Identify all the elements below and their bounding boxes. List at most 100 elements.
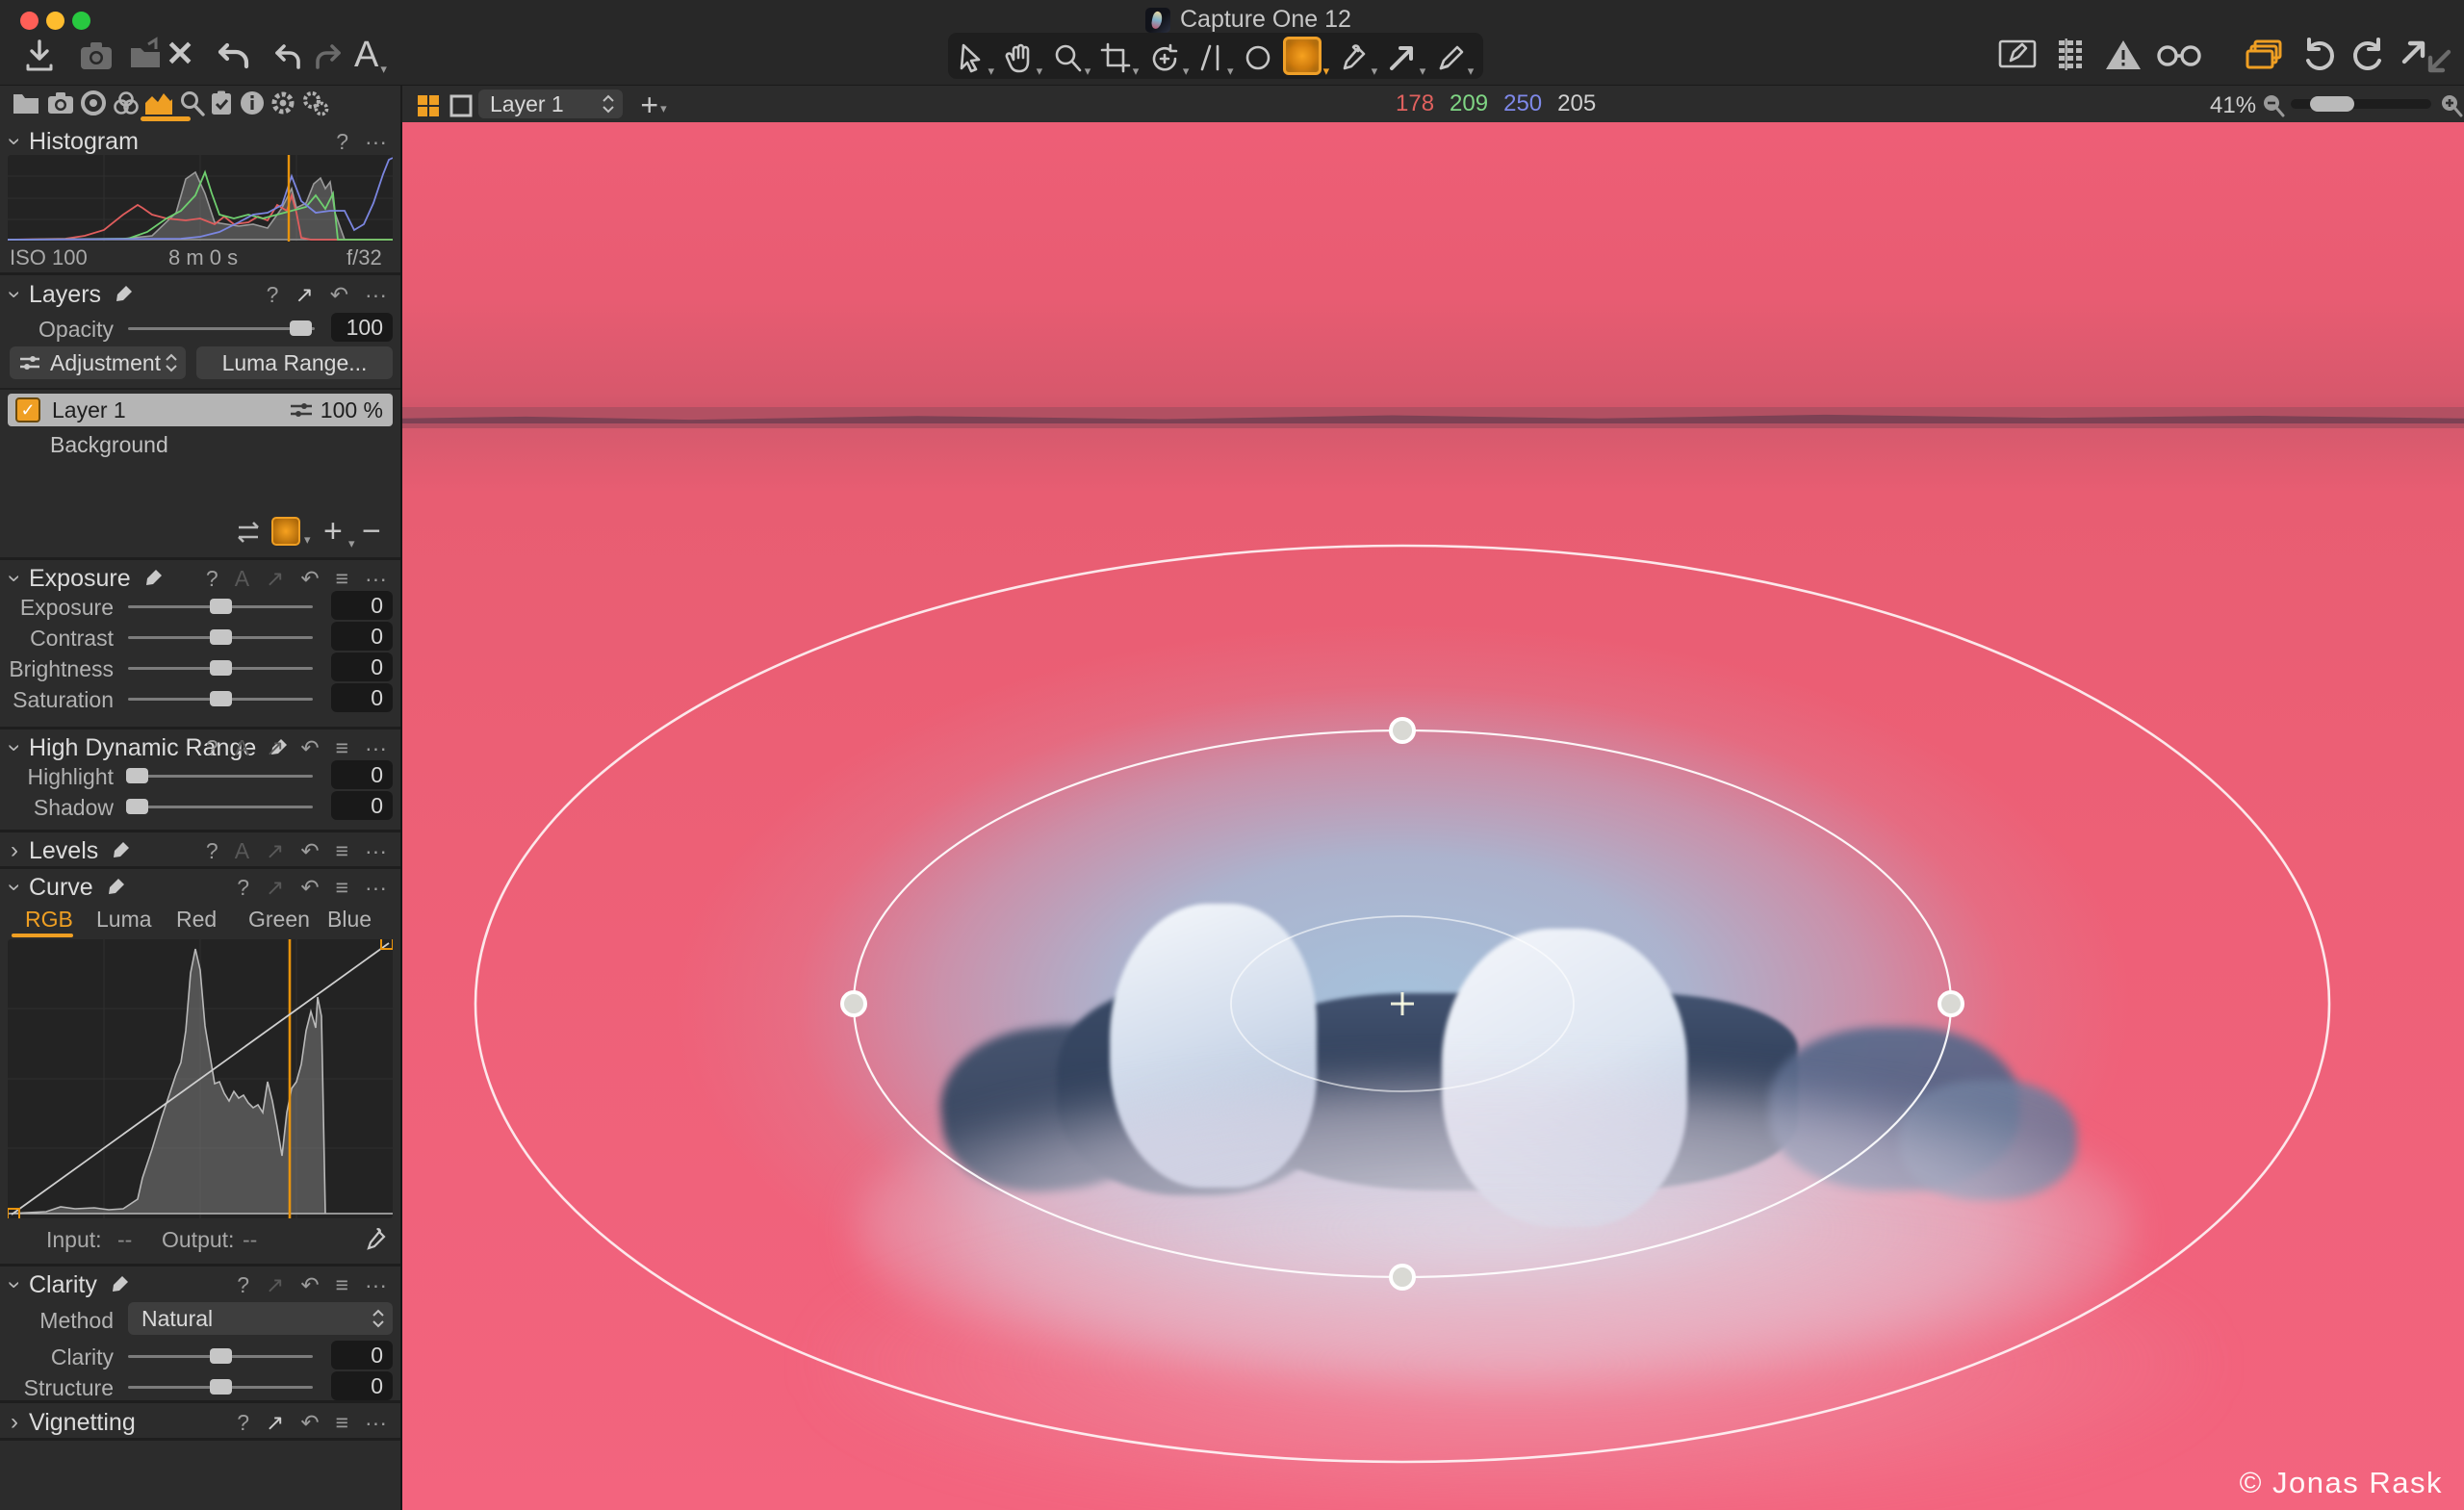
- curve-picker-icon[interactable]: [364, 1227, 389, 1254]
- slider-value[interactable]: 0: [331, 591, 393, 620]
- select-tool[interactable]: ▾: [958, 37, 995, 75]
- brush-icon[interactable]: [110, 840, 131, 861]
- import-button[interactable]: [21, 37, 58, 75]
- draw-mask-tool[interactable]: ▾: [1435, 37, 1475, 75]
- new-mask-button[interactable]: +▾: [637, 90, 670, 119]
- tab-metadata[interactable]: [236, 89, 269, 117]
- hdr-panel-header[interactable]: › High Dynamic Range ? A ↗ ↶ ≡ ···: [0, 732, 400, 763]
- slider-thumb[interactable]: [210, 691, 232, 706]
- slider-value[interactable]: 0: [331, 760, 393, 789]
- help-icon[interactable]: ?: [206, 735, 218, 761]
- slider-track[interactable]: [128, 698, 313, 701]
- multi-view-button[interactable]: [412, 91, 445, 120]
- slider-value[interactable]: 0: [331, 622, 393, 651]
- help-icon[interactable]: ?: [206, 566, 218, 592]
- exposure-panel-header[interactable]: › Exposure ? A ↗ ↶ ≡ ···: [0, 563, 400, 594]
- curve-tab-rgb[interactable]: RGB: [25, 907, 73, 933]
- crop-tool[interactable]: ▾: [1100, 37, 1140, 75]
- auto-adjust-icon[interactable]: A: [235, 566, 249, 592]
- opacity-value[interactable]: 100: [331, 313, 393, 342]
- grid-button[interactable]: [2053, 37, 2092, 73]
- auto-adjust-icon[interactable]: A: [235, 838, 249, 864]
- slider-track[interactable]: [128, 1355, 313, 1358]
- tab-capture[interactable]: [44, 89, 77, 117]
- zoom-in-button[interactable]: [2435, 91, 2464, 120]
- clarity-panel-header[interactable]: › Clarity ? ↗ ↶ ≡ ···: [0, 1269, 400, 1300]
- reset-icon[interactable]: ↶: [300, 1410, 319, 1436]
- brush-icon[interactable]: [109, 1274, 130, 1295]
- slider-track[interactable]: [128, 605, 313, 608]
- tab-adjustments[interactable]: [205, 89, 238, 117]
- slider-track[interactable]: [128, 806, 313, 808]
- tab-color[interactable]: [110, 89, 142, 117]
- radial-gradient-mask-tool[interactable]: ▾: [1283, 37, 1330, 75]
- presets-icon[interactable]: ≡: [336, 566, 348, 592]
- single-view-button[interactable]: [445, 91, 477, 120]
- curve-tab-green[interactable]: Green: [248, 907, 310, 933]
- rotate-right-button[interactable]: [2348, 37, 2387, 77]
- undo-button[interactable]: [271, 37, 306, 75]
- collapse-icon[interactable]: ›: [1, 1270, 28, 1299]
- slider-thumb[interactable]: [126, 768, 148, 783]
- mask-handle-bottom[interactable]: [1391, 1266, 1414, 1289]
- exposure-warning-button[interactable]: [2103, 37, 2143, 73]
- collapse-icon[interactable]: ›: [0, 837, 29, 864]
- copy-adjustments-icon[interactable]: ↗: [266, 875, 284, 901]
- presets-icon[interactable]: ≡: [336, 838, 348, 864]
- curve-graph[interactable]: [8, 939, 393, 1218]
- reset-icon[interactable]: ↶: [330, 282, 348, 308]
- tab-library[interactable]: [10, 89, 42, 117]
- slider-value[interactable]: 0: [331, 1341, 393, 1369]
- slider-thumb[interactable]: [210, 660, 232, 676]
- more-icon[interactable]: ···: [365, 735, 387, 761]
- rotate-left-button[interactable]: [2300, 37, 2339, 77]
- loupe-tool[interactable]: ▾: [1052, 37, 1091, 75]
- copy-adjustments-icon[interactable]: ↗: [295, 282, 313, 308]
- collapse-icon[interactable]: ›: [1, 127, 28, 156]
- collapse-icon[interactable]: ›: [1, 733, 28, 762]
- slider-thumb[interactable]: [210, 1348, 232, 1364]
- reset-icon[interactable]: ↶: [300, 1272, 319, 1298]
- slider-value[interactable]: 0: [331, 683, 393, 712]
- minimize-window-button[interactable]: [46, 12, 64, 30]
- annotations-button[interactable]: [1997, 37, 2038, 73]
- mask-handle-top[interactable]: [1391, 719, 1414, 742]
- layer-row-background[interactable]: Background: [8, 430, 393, 459]
- redo-button[interactable]: [310, 37, 345, 75]
- help-icon[interactable]: ?: [206, 838, 218, 864]
- reset-icon[interactable]: ↶: [300, 838, 319, 864]
- slider-thumb[interactable]: [290, 320, 312, 336]
- clarity-method-select[interactable]: Natural: [128, 1302, 393, 1335]
- help-icon[interactable]: ?: [237, 875, 249, 901]
- more-icon[interactable]: ···: [365, 282, 387, 308]
- more-icon[interactable]: ···: [365, 1410, 387, 1436]
- remove-layer-button[interactable]: −: [362, 515, 381, 548]
- mask-handle-right[interactable]: [1939, 992, 1963, 1015]
- slider-thumb[interactable]: [126, 799, 148, 814]
- copy-adjustments-icon[interactable]: ↗: [266, 735, 284, 761]
- curve-panel-header[interactable]: › Curve ? ↗ ↶ ≡ ···: [0, 872, 400, 903]
- copy-adjustments-icon[interactable]: ↗: [266, 566, 284, 592]
- curve-tab-luma[interactable]: Luma: [96, 907, 152, 933]
- tab-batch[interactable]: [299, 89, 332, 117]
- proof-profile-button[interactable]: [2154, 37, 2204, 73]
- slider-thumb[interactable]: [210, 599, 232, 614]
- brush-icon[interactable]: [105, 877, 126, 898]
- layer-row-selected[interactable]: ✓ Layer 1 100 %: [8, 394, 393, 426]
- copy-adjustments-icon[interactable]: ↗: [266, 1272, 284, 1298]
- edit-mask-icon[interactable]: [235, 521, 262, 544]
- zoom-window-button[interactable]: [72, 12, 90, 30]
- collapse-icon[interactable]: ›: [1, 564, 28, 593]
- layer-visibility-checkbox[interactable]: ✓: [15, 397, 40, 422]
- curve-tab-red[interactable]: Red: [176, 907, 217, 933]
- styles-button[interactable]: A▾: [354, 37, 387, 73]
- collapse-icon[interactable]: ›: [0, 1409, 29, 1436]
- slider-value[interactable]: 0: [331, 791, 393, 820]
- tab-exposure[interactable]: [142, 89, 175, 117]
- more-icon[interactable]: ···: [365, 566, 387, 592]
- more-icon[interactable]: ···: [365, 875, 387, 901]
- collapse-icon[interactable]: ›: [1, 873, 28, 902]
- reset-icon[interactable]: ↶: [300, 735, 319, 761]
- curve-tab-blue[interactable]: Blue: [327, 907, 372, 933]
- slider-track[interactable]: [128, 327, 315, 330]
